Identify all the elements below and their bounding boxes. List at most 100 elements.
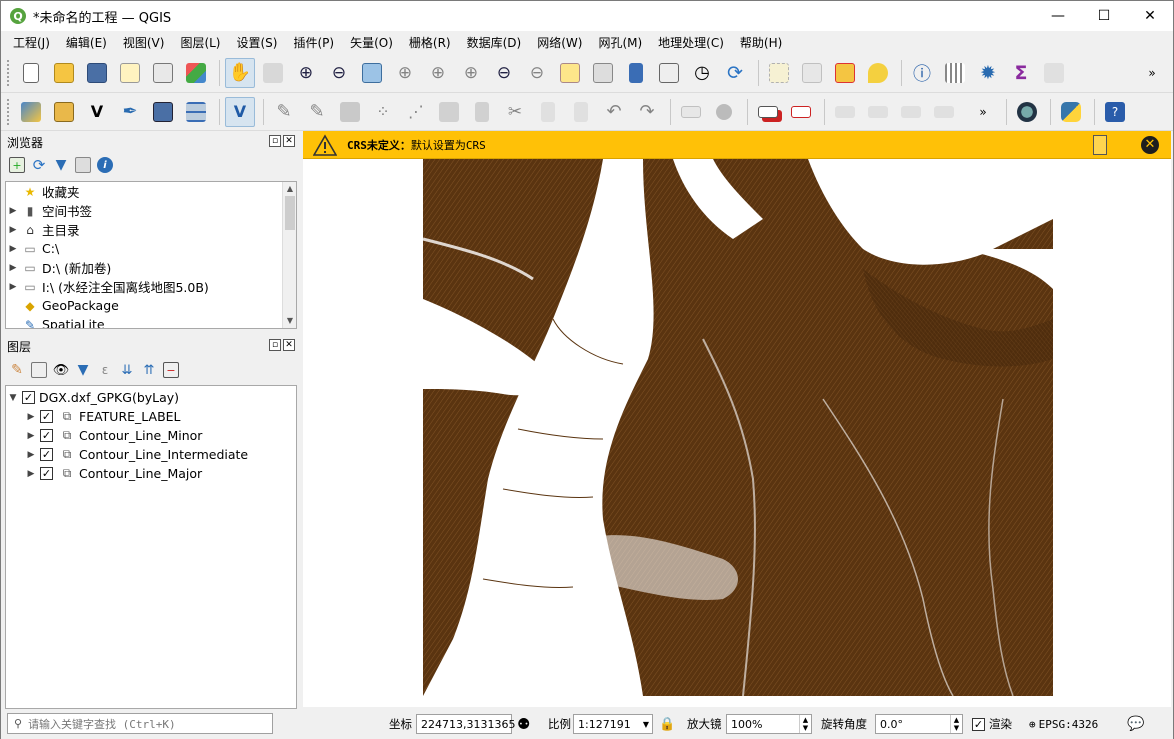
browser-item[interactable]: ▶ ▭ C:\ [6,239,296,258]
expand-arrow-icon[interactable]: ▶ [6,263,20,273]
style-manager-button[interactable] [181,58,211,88]
cut-features-button[interactable]: ✂ [500,97,530,127]
edit-geometry-button[interactable]: V [225,96,255,127]
open-project-button[interactable] [49,58,79,88]
new-layer-button[interactable] [148,97,178,127]
toolbar-overflow-button[interactable]: » [1137,58,1167,88]
menu-raster[interactable]: 栅格(R) [401,34,459,51]
expand-arrow-icon[interactable]: ▶ [6,244,20,254]
browser-item[interactable]: ▶ ▭ I:\ (水经注全国离线地图5.0B) [6,277,296,296]
new-3d-view-button[interactable] [588,58,618,88]
vertex-tool-button[interactable]: ⋰ [401,97,431,127]
layer-row[interactable]: ▶ ✓ ⧉ Contour_Line_Minor [6,426,296,445]
zoom-to-selection-button[interactable]: ⊕ [390,58,420,88]
zoom-to-layer-button[interactable]: ⊕ [423,58,453,88]
settings-button[interactable]: ✹ [973,58,1003,88]
close-button[interactable]: ✕ [1127,1,1173,31]
menu-layer[interactable]: 图层(L) [172,34,228,51]
toggle-editing-button[interactable]: ✎ [269,97,299,127]
menu-plugins[interactable]: 插件(P) [285,34,342,51]
lock-scale-icon[interactable]: 🔒 [659,714,675,734]
close-panel-button[interactable]: ✕ [283,339,295,351]
osm-button[interactable] [1012,97,1042,127]
layer-visibility-checkbox[interactable]: ✓ [40,467,53,480]
layer-row[interactable]: ▶ ✓ ⧉ FEATURE_LABEL [6,407,296,426]
browser-scrollbar[interactable]: ▲ ▼ [282,182,296,328]
select-features-button[interactable] [764,58,794,88]
text-annotation-button[interactable] [1039,58,1069,88]
messages-icon[interactable]: 💬 [1127,714,1144,734]
add-selected-layers-icon[interactable]: + [9,157,25,173]
deselect-button[interactable] [830,58,860,88]
expand-arrow-icon[interactable]: ▶ [24,412,38,422]
layer-row[interactable]: ▶ ✓ ⧉ Contour_Line_Major [6,464,296,483]
browser-item[interactable]: ◆ GeoPackage [6,296,296,315]
map-tips-button[interactable] [863,58,893,88]
menu-vector[interactable]: 矢量(O) [342,34,401,51]
layer-row[interactable]: ▶ ✓ ⧉ Contour_Line_Intermediate [6,445,296,464]
toolbar2-overflow-button[interactable]: » [968,97,998,127]
menu-view[interactable]: 视图(V) [115,34,173,51]
menu-database[interactable]: 数据库(D) [459,34,530,51]
label-tool-button[interactable] [676,97,706,127]
browser-item[interactable]: ▶ ▭ D:\ (新加卷) [6,258,296,277]
toolbar-grip[interactable] [7,98,10,125]
modify-attributes-button[interactable] [434,97,464,127]
layer-visibility-checkbox[interactable]: ✓ [40,429,53,442]
label-pin-button[interactable] [709,97,739,127]
expand-arrow-icon[interactable]: ▶ [24,469,38,479]
collapse-all-icon[interactable] [75,157,91,173]
grid-button[interactable] [181,97,211,127]
new-map-view-button[interactable] [555,58,585,88]
data-source-manager-button[interactable] [16,97,46,127]
redo-button[interactable]: ↷ [632,97,662,127]
collapse-arrow-icon[interactable]: ▼ [6,393,20,403]
menu-settings[interactable]: 设置(S) [229,34,286,51]
float-panel-button[interactable]: ▫ [269,135,281,147]
layout-manager-button[interactable] [148,58,178,88]
render-toggle[interactable]: ✓ 渲染 [970,714,1012,734]
rotation-spinner-icon[interactable]: ▲ ▼ [950,715,962,733]
scrollbar-thumb[interactable] [285,196,295,230]
menu-project[interactable]: 工程(J) [5,34,58,51]
move-label-button[interactable] [896,97,926,127]
save-edits-button[interactable] [335,97,365,127]
filter-legend-icon[interactable]: ▼ [75,362,91,378]
show-hide-labels-button[interactable] [863,97,893,127]
close-panel-button[interactable]: ✕ [283,135,295,147]
attribute-table-button[interactable] [797,58,827,88]
filter-icon[interactable]: ▼ [53,157,69,173]
expand-arrow-icon[interactable]: ▶ [24,450,38,460]
digitize-button[interactable]: ✒ [115,97,145,127]
layer-diagram-button[interactable] [786,97,816,127]
browser-item[interactable]: ▶ ⌂ 主目录 [6,220,296,239]
layer-group-row[interactable]: ▼ ✓ DGX.dxf_GPKG(byLay) [6,388,296,407]
zoom-next-button[interactable]: ⊖ [522,58,552,88]
layer-visibility-checkbox[interactable]: ✓ [40,448,53,461]
add-group-icon[interactable] [31,362,47,378]
magnifier-field[interactable]: 100% ▲ ▼ [726,714,812,734]
crs-button[interactable]: ⊕ EPSG:4326 [1029,714,1098,734]
pan-to-selection-button[interactable] [258,58,288,88]
menu-help[interactable]: 帮助(H) [732,34,790,51]
add-vertex-button[interactable]: V [82,97,112,127]
style-brush-icon[interactable]: ✎ [9,362,25,378]
undo-button[interactable]: ↶ [599,97,629,127]
layer-group-checkbox[interactable]: ✓ [22,391,35,404]
save-project-button[interactable] [82,58,112,88]
info-icon[interactable]: i [97,157,113,173]
layer-visibility-checkbox[interactable]: ✓ [40,410,53,423]
menu-edit[interactable]: 编辑(E) [58,34,115,51]
browser-item[interactable]: ▶ ▮ 空间书签 [6,201,296,220]
rotation-field[interactable]: 0.0° ▲ ▼ [875,714,963,734]
scroll-down-icon[interactable]: ▼ [283,314,296,328]
expand-arrow-icon[interactable]: ▶ [6,206,20,216]
menu-processing[interactable]: 地理处理(C) [650,34,732,51]
locator-search-input[interactable]: ⚲ 请输入关键字查找 (Ctrl+K) [7,713,273,734]
filter-expression-icon[interactable]: ε [97,362,113,378]
float-panel-button[interactable]: ▫ [269,339,281,351]
warning-expand-icon[interactable] [1093,135,1107,155]
coordinate-field[interactable]: 224713,3131365 [416,714,515,734]
measure-button[interactable] [940,58,970,88]
render-checkbox[interactable]: ✓ [972,717,985,731]
